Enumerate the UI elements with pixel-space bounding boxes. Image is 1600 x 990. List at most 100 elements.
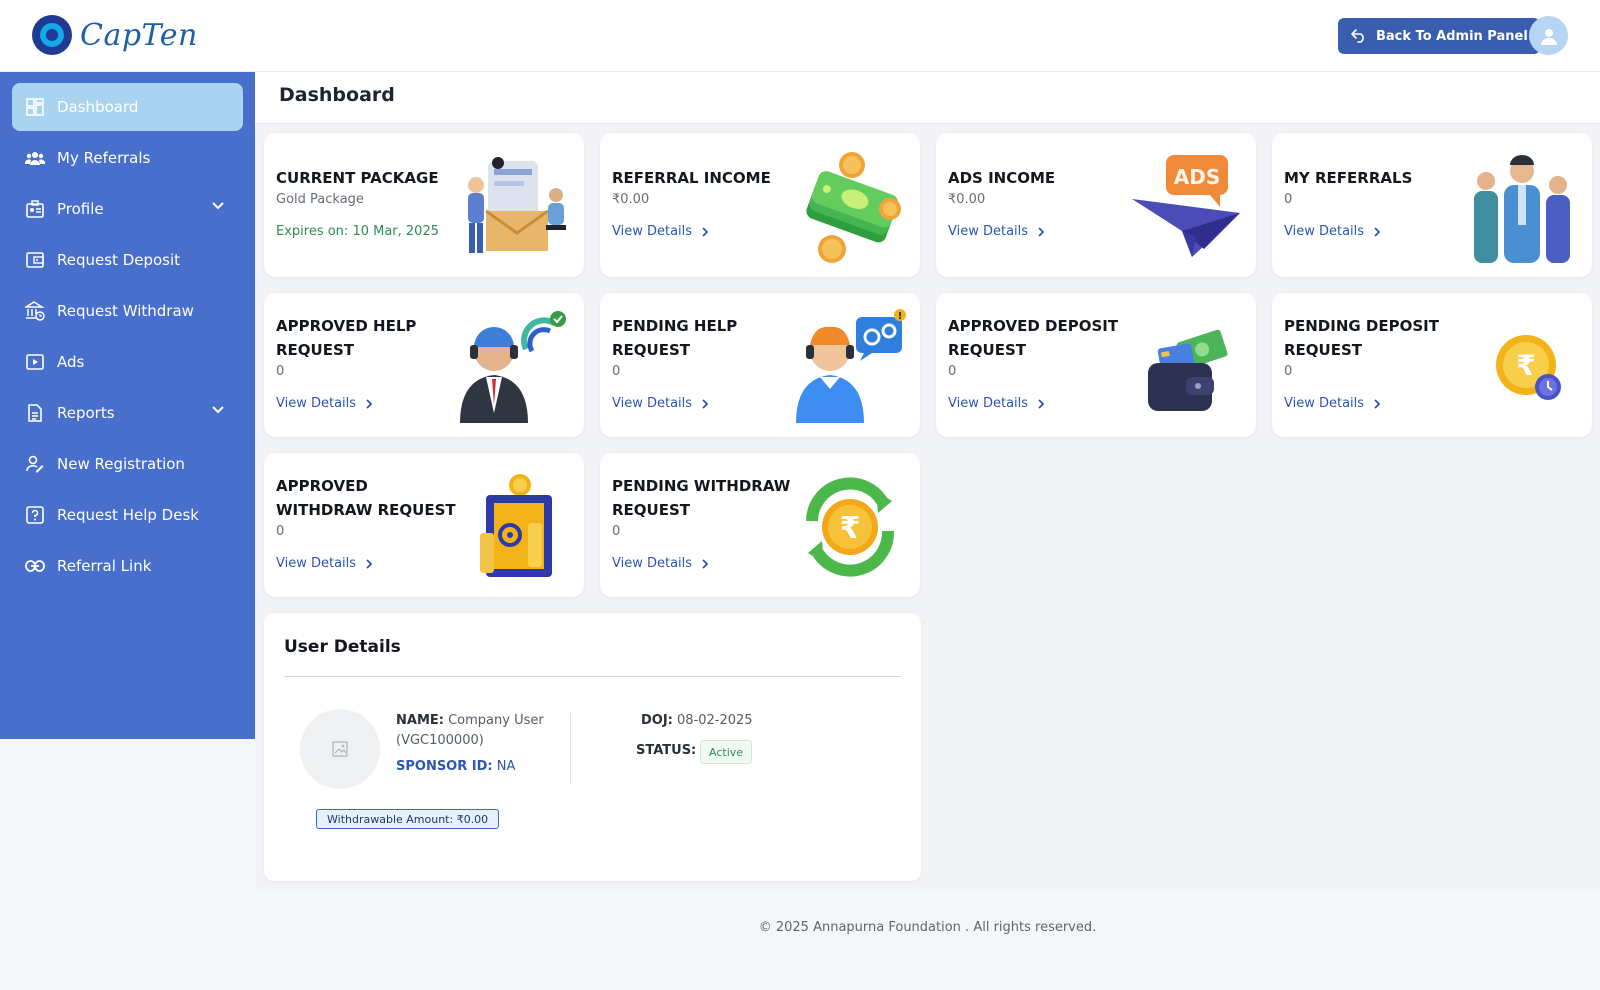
sidebar-item-label: Request Withdraw <box>57 302 194 320</box>
back-to-admin-label: Back To Admin Panel <box>1376 28 1528 44</box>
image-placeholder-icon <box>332 741 348 757</box>
sidebar-item-label: My Referrals <box>57 149 151 167</box>
approved-withdraw-request-card: APPROVED WITHDRAW REQUEST 0 View Details <box>264 453 584 597</box>
ads-income-card: ADS INCOME ₹0.00 View Details ADS <box>936 133 1256 277</box>
referral-income-card: REFERRAL INCOME ₹0.00 View Details <box>600 133 920 277</box>
my-referrals-card: MY REFERRALS 0 View Details <box>1272 133 1592 277</box>
chevron-right-icon <box>702 398 709 409</box>
sidebar-item-label: Request Deposit <box>57 251 181 269</box>
sponsor-label: SPONSOR ID: <box>396 759 493 774</box>
chevron-down-icon <box>212 202 224 210</box>
rupee-refresh-icon: ₹ <box>806 477 895 577</box>
ads-paper-plane-icon: ADS <box>1132 155 1240 257</box>
back-arrow-icon <box>1351 29 1364 43</box>
pending-help-request-card: PENDING HELP REQUEST 0 View Details ! <box>600 293 920 437</box>
card-value: Gold Package <box>276 192 364 207</box>
chevron-right-icon <box>1374 226 1381 237</box>
status-label: STATUS: <box>636 741 696 761</box>
doj-value: 08-02-2025 <box>677 713 753 728</box>
id-card-icon <box>25 199 45 219</box>
sidebar-item-label: Reports <box>57 404 115 422</box>
date-of-joining: DOJ: 08-02-2025 <box>641 711 753 731</box>
view-details-label: View Details <box>1284 224 1365 239</box>
view-details-label: View Details <box>948 396 1029 411</box>
user-icon <box>1540 28 1557 45</box>
card-value: ₹0.00 <box>948 192 986 207</box>
pending-withdraw-request-card: PENDING WITHDRAW REQUEST 0 View Details … <box>600 453 920 597</box>
safe-vault-icon <box>480 474 552 577</box>
sidebar: Dashboard My Referrals Profile Request D… <box>0 72 255 739</box>
sidebar-item-dashboard[interactable]: Dashboard <box>12 83 243 131</box>
view-details-label: View Details <box>612 556 693 571</box>
card-title: PENDING DEPOSIT REQUEST <box>1284 317 1439 359</box>
current-package-card: CURRENT PACKAGE Gold Package Expires on:… <box>264 133 584 277</box>
sidebar-item-label: Ads <box>57 353 85 371</box>
money-stack-icon <box>806 152 901 263</box>
view-details-link[interactable]: View Details <box>276 396 373 411</box>
chevron-right-icon <box>366 398 373 409</box>
sidebar-item-referral-link[interactable]: Referral Link <box>12 542 243 590</box>
brand-logo[interactable]: CapTen <box>32 15 198 55</box>
user-avatar-button[interactable] <box>1529 16 1568 55</box>
approved-help-request-card: APPROVED HELP REQUEST 0 View Details <box>264 293 584 437</box>
chevron-down-icon <box>212 406 224 414</box>
sidebar-item-label: Referral Link <box>57 557 152 575</box>
card-title: CURRENT PACKAGE <box>276 169 439 187</box>
card-title: PENDING WITHDRAW REQUEST <box>612 477 791 519</box>
card-title: MY REFERRALS <box>1284 169 1413 187</box>
card-title: REFERRAL INCOME <box>612 169 771 187</box>
view-details-link[interactable]: View Details <box>612 396 709 411</box>
sidebar-item-reports[interactable]: Reports <box>12 389 243 437</box>
doj-label: DOJ: <box>641 713 673 728</box>
card-value: 0 <box>612 364 621 379</box>
view-details-link[interactable]: View Details <box>948 396 1045 411</box>
back-to-admin-button[interactable]: Back To Admin Panel <box>1338 18 1540 54</box>
sidebar-item-request-deposit[interactable]: Request Deposit <box>12 236 243 284</box>
card-title: APPROVED WITHDRAW REQUEST <box>276 477 456 519</box>
card-title: APPROVED HELP REQUEST <box>276 317 417 359</box>
user-details-panel: User Details NAME: Company User (VGC1000… <box>264 613 921 881</box>
support-agent-approved-icon <box>460 311 566 423</box>
sidebar-item-new-registration[interactable]: New Registration <box>12 440 243 488</box>
chevron-right-icon <box>366 558 373 569</box>
view-details-link[interactable]: View Details <box>1284 224 1381 239</box>
svg-text:₹: ₹ <box>840 511 861 546</box>
page-header: Dashboard <box>255 72 1600 124</box>
document-icon <box>25 403 45 423</box>
card-value: 0 <box>612 524 621 539</box>
user-id: (VGC100000) <box>396 733 484 748</box>
footer-copyright: © 2025 Annapurna Foundation . All rights… <box>758 920 1097 935</box>
sidebar-item-my-referrals[interactable]: My Referrals <box>12 134 243 182</box>
divider <box>284 676 901 677</box>
sidebar-item-request-withdraw[interactable]: Request Withdraw <box>12 287 243 335</box>
logo-icon <box>32 15 72 55</box>
user-details-title: User Details <box>284 637 401 657</box>
view-details-link[interactable]: View Details <box>1284 396 1381 411</box>
users-icon <box>25 148 45 168</box>
view-details-link[interactable]: View Details <box>612 556 709 571</box>
sidebar-item-label: Profile <box>57 200 104 218</box>
sidebar-item-ads[interactable]: Ads <box>12 338 243 386</box>
bank-icon <box>25 301 45 321</box>
sidebar-item-profile[interactable]: Profile <box>12 185 243 233</box>
view-details-link[interactable]: View Details <box>276 556 373 571</box>
card-value: 0 <box>276 524 285 539</box>
sponsor-value: NA <box>496 759 516 774</box>
svg-text:ADS: ADS <box>1174 165 1220 189</box>
dashboard-icon <box>25 97 45 117</box>
name-label: NAME: <box>396 713 444 728</box>
view-details-link[interactable]: View Details <box>948 224 1045 239</box>
support-agent-pending-icon: ! <box>796 309 906 423</box>
svg-text:₹: ₹ <box>1516 349 1535 382</box>
view-details-label: View Details <box>276 556 357 571</box>
user-photo <box>300 709 380 789</box>
card-title: APPROVED DEPOSIT REQUEST <box>948 317 1119 359</box>
view-details-link[interactable]: View Details <box>612 224 709 239</box>
view-details-label: View Details <box>612 224 693 239</box>
status-label-text: STATUS: <box>636 743 697 758</box>
sidebar-item-request-help-desk[interactable]: Request Help Desk <box>12 491 243 539</box>
sponsor-id: SPONSOR ID: NA <box>396 759 515 774</box>
view-details-label: View Details <box>948 224 1029 239</box>
card-value: 0 <box>276 364 285 379</box>
card-title: PENDING HELP REQUEST <box>612 317 738 359</box>
